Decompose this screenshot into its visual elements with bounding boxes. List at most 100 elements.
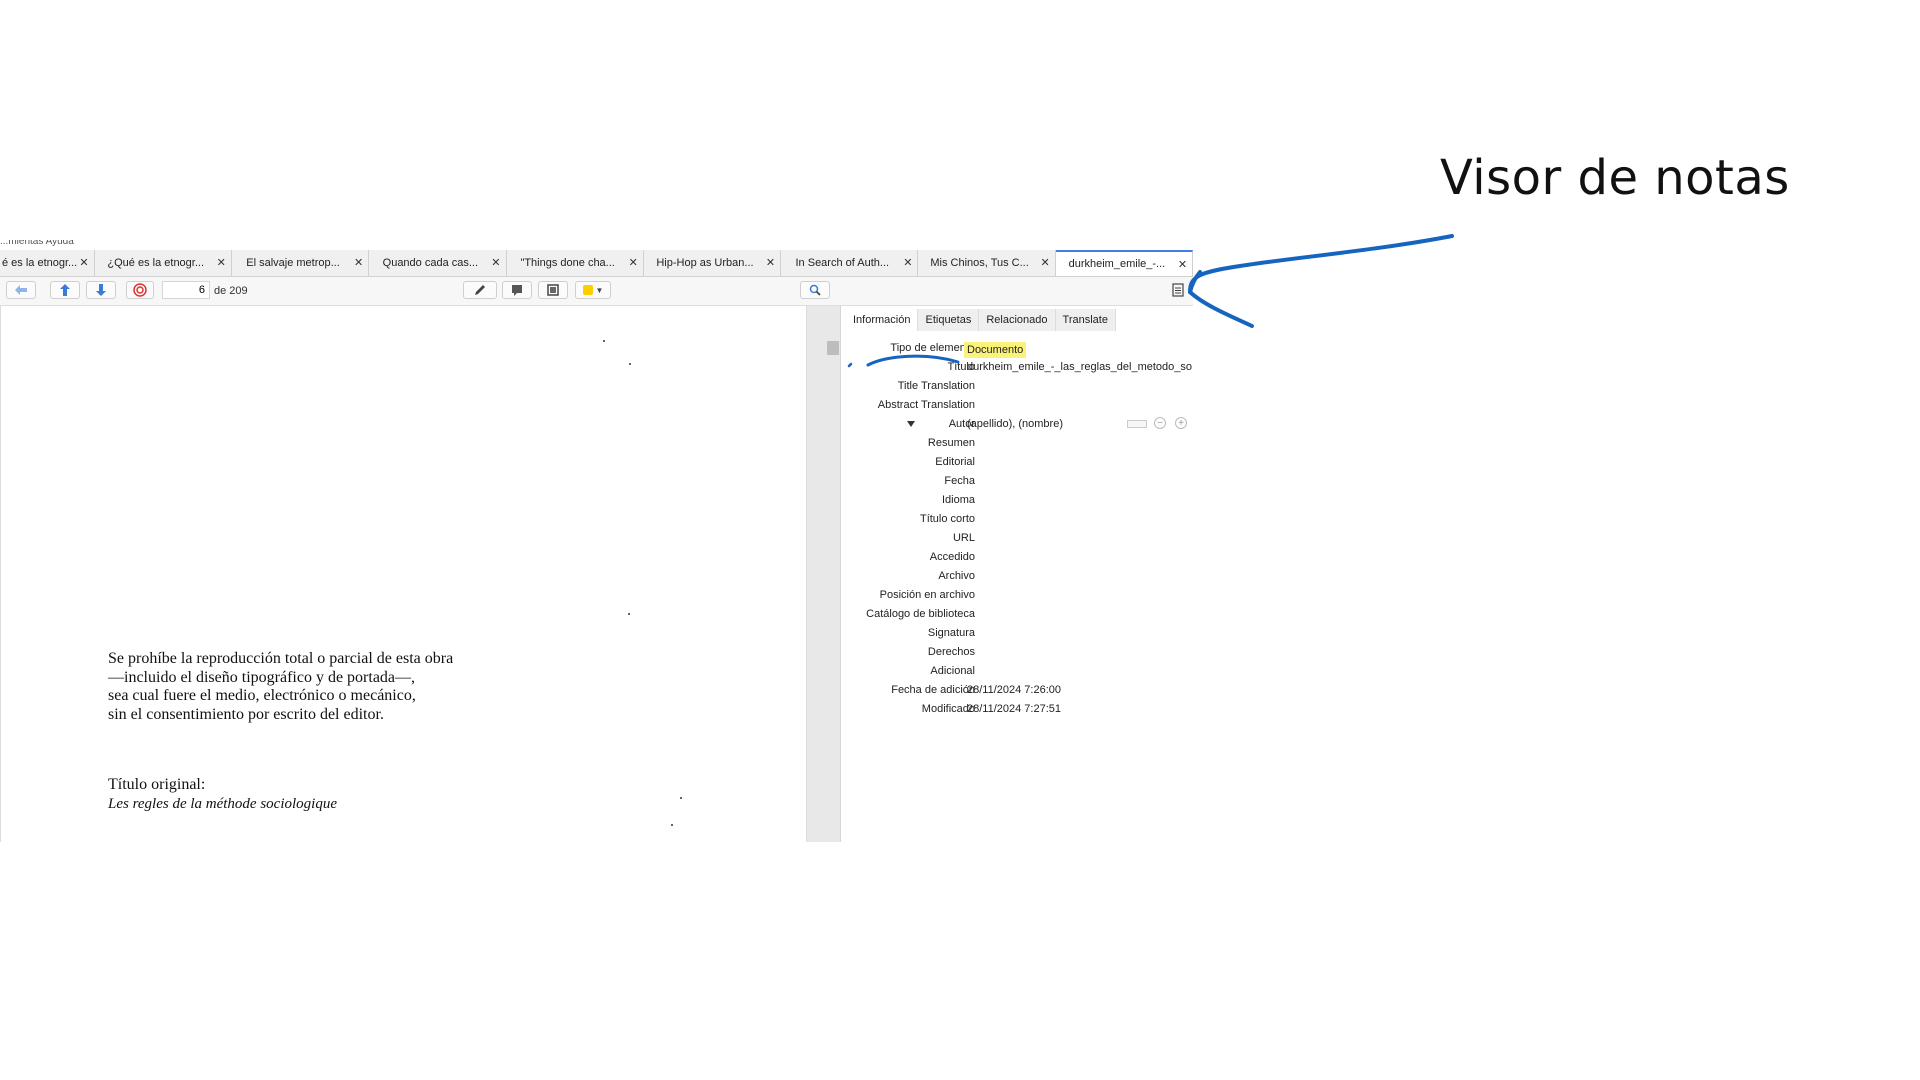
tab-label: Mis Chinos, Tus C... bbox=[930, 257, 1029, 269]
scrollbar-thumb[interactable] bbox=[827, 341, 839, 355]
color-picker-icon bbox=[582, 285, 593, 295]
close-icon[interactable]: ✕ bbox=[766, 256, 775, 269]
field-author[interactable]: Autor (apellido), (nombre) − + bbox=[841, 417, 1193, 434]
field-language[interactable]: Idioma bbox=[841, 494, 1193, 510]
item-info-pane: Información Etiquetas Relacionado Transl… bbox=[841, 306, 1193, 842]
field-title-translation[interactable]: Title Translation bbox=[841, 380, 1193, 396]
scan-speck bbox=[680, 797, 682, 799]
tab-item[interactable]: Hip-Hop as Urban... ✕ bbox=[644, 250, 782, 276]
author-mode-toggle[interactable] bbox=[1127, 420, 1147, 428]
tab-bar: é es la etnogr... ✕ ¿Qué es la etnogr... ✕… bbox=[0, 250, 1193, 277]
scrollbar[interactable] bbox=[806, 306, 841, 842]
previous-page-button[interactable] bbox=[50, 281, 80, 299]
tab-informacion[interactable]: Información bbox=[846, 309, 919, 331]
menubar-partial: ...mientas Ayuda bbox=[0, 240, 74, 247]
tab-label: In Search of Auth... bbox=[795, 257, 890, 269]
close-icon[interactable]: ✕ bbox=[1041, 256, 1050, 269]
close-icon[interactable]: ✕ bbox=[217, 256, 226, 269]
field-label: Abstract Translation bbox=[877, 399, 975, 411]
note-button[interactable] bbox=[502, 281, 532, 299]
field-label: Posición en archivo bbox=[879, 589, 975, 601]
field-value[interactable]: Documento bbox=[964, 342, 1027, 358]
next-page-button[interactable] bbox=[86, 281, 116, 299]
text-line: sin el consentimiento por escrito del ed… bbox=[108, 705, 384, 723]
expand-triangle-icon[interactable] bbox=[907, 421, 915, 427]
field-url[interactable]: URL bbox=[841, 532, 1193, 548]
area-select-icon bbox=[547, 284, 559, 296]
field-extra[interactable]: Adicional bbox=[841, 665, 1193, 681]
original-title: Les regles de la méthode sociologique bbox=[108, 795, 337, 812]
field-label: Idioma bbox=[941, 494, 975, 506]
annotation-title: Visor de notas bbox=[1440, 150, 1790, 206]
note-icon bbox=[512, 285, 522, 296]
target-icon bbox=[133, 283, 147, 297]
tab-item[interactable]: "Things done cha... ✕ bbox=[507, 250, 644, 276]
up-arrow-icon bbox=[60, 284, 70, 296]
locate-button[interactable] bbox=[126, 281, 154, 299]
field-item-type[interactable]: Tipo de elemento Documento bbox=[841, 342, 1193, 358]
tab-etiquetas[interactable]: Etiquetas bbox=[918, 309, 980, 331]
tab-label: "Things done cha... bbox=[520, 257, 615, 269]
field-archive-location[interactable]: Posición en archivo bbox=[841, 589, 1193, 605]
field-label: Catálogo de biblioteca bbox=[866, 608, 975, 620]
field-publisher[interactable]: Editorial bbox=[841, 456, 1193, 472]
tab-label: Hip-Hop as Urban... bbox=[656, 257, 754, 269]
field-value: 28/11/2024 7:27:51 bbox=[967, 703, 1061, 715]
scan-speck bbox=[671, 824, 673, 826]
tab-label: é es la etnogr... bbox=[2, 257, 78, 269]
tab-label: Quando cada cas... bbox=[382, 257, 479, 269]
field-short-title[interactable]: Título corto bbox=[841, 513, 1193, 529]
close-icon[interactable]: ✕ bbox=[354, 256, 363, 269]
remove-author-icon[interactable]: − bbox=[1154, 417, 1166, 429]
field-abstract-translation[interactable]: Abstract Translation bbox=[841, 399, 1193, 415]
field-library-catalog[interactable]: Catálogo de biblioteca bbox=[841, 608, 1193, 624]
text-line: —incluido el diseño tipográfico y de por… bbox=[108, 668, 416, 686]
field-archive[interactable]: Archivo bbox=[841, 570, 1193, 586]
original-title-block: Título original: Les regles de la méthod… bbox=[108, 776, 337, 813]
tab-translate[interactable]: Translate bbox=[1055, 309, 1116, 331]
close-icon[interactable]: ✕ bbox=[903, 256, 912, 269]
text-line: Se prohíbe la reproducción total o parci… bbox=[108, 650, 454, 667]
tab-item[interactable]: El salvaje metrop... ✕ bbox=[232, 250, 370, 276]
color-picker-button[interactable]: ▼ bbox=[575, 281, 611, 299]
document-viewer[interactable]: Se prohíbe la reproducción total o parci… bbox=[0, 306, 807, 842]
tab-item[interactable]: Mis Chinos, Tus C... ✕ bbox=[918, 250, 1056, 276]
notes-viewer-button[interactable] bbox=[1168, 281, 1188, 299]
tab-label: durkheim_emile_-... bbox=[1068, 258, 1166, 270]
page-number-input[interactable]: 6 bbox=[162, 281, 210, 299]
app-window: ...mientas Ayuda é es la etnogr... ✕ ¿Qué… bbox=[0, 240, 1193, 842]
field-date[interactable]: Fecha bbox=[841, 475, 1193, 491]
draw-button[interactable] bbox=[463, 281, 497, 299]
toolbar: 6 de 209 ▼ bbox=[0, 277, 1193, 306]
field-modified: Modificado 28/11/2024 7:27:51 bbox=[841, 703, 1193, 719]
field-rights[interactable]: Derechos bbox=[841, 646, 1193, 662]
scan-speck bbox=[628, 613, 630, 615]
tab-label: El salvaje metrop... bbox=[246, 257, 340, 269]
close-icon[interactable]: ✕ bbox=[79, 256, 88, 269]
tab-item[interactable]: Quando cada cas... ✕ bbox=[369, 250, 507, 276]
field-accessed[interactable]: Accedido bbox=[841, 551, 1193, 567]
tab-item-active[interactable]: durkheim_emile_-... ✕ bbox=[1055, 250, 1193, 276]
tab-item[interactable]: In Search of Auth... ✕ bbox=[781, 250, 919, 276]
field-value[interactable]: (apellido), (nombre) bbox=[967, 418, 1063, 430]
field-title[interactable]: Título durkheim_emile_-_las_reglas_del_m… bbox=[841, 361, 1193, 377]
field-label: Archivo bbox=[938, 570, 975, 582]
chevron-down-icon: ▼ bbox=[595, 285, 604, 295]
close-icon[interactable]: ✕ bbox=[1178, 258, 1187, 271]
tab-relacionado[interactable]: Relacionado bbox=[979, 309, 1056, 331]
tab-item[interactable]: é es la etnogr... ✕ bbox=[0, 250, 95, 276]
search-button[interactable] bbox=[800, 281, 830, 299]
tab-item[interactable]: ¿Qué es la etnogr... ✕ bbox=[95, 250, 232, 276]
close-icon[interactable]: ✕ bbox=[491, 256, 500, 269]
notes-viewer-icon bbox=[1172, 283, 1184, 297]
close-icon[interactable]: ✕ bbox=[629, 256, 638, 269]
field-call-number[interactable]: Signatura bbox=[841, 627, 1193, 643]
area-select-button[interactable] bbox=[538, 281, 568, 299]
back-button[interactable] bbox=[6, 281, 36, 299]
field-value[interactable]: durkheim_emile_-_las_reglas_del_metodo_s… bbox=[967, 361, 1193, 373]
field-abstract[interactable]: Resumen bbox=[841, 437, 1193, 453]
scan-speck bbox=[603, 340, 605, 342]
down-arrow-icon bbox=[96, 284, 106, 296]
add-author-icon[interactable]: + bbox=[1175, 417, 1187, 429]
info-tabs: Información Etiquetas Relacionado Transl… bbox=[846, 309, 1116, 331]
